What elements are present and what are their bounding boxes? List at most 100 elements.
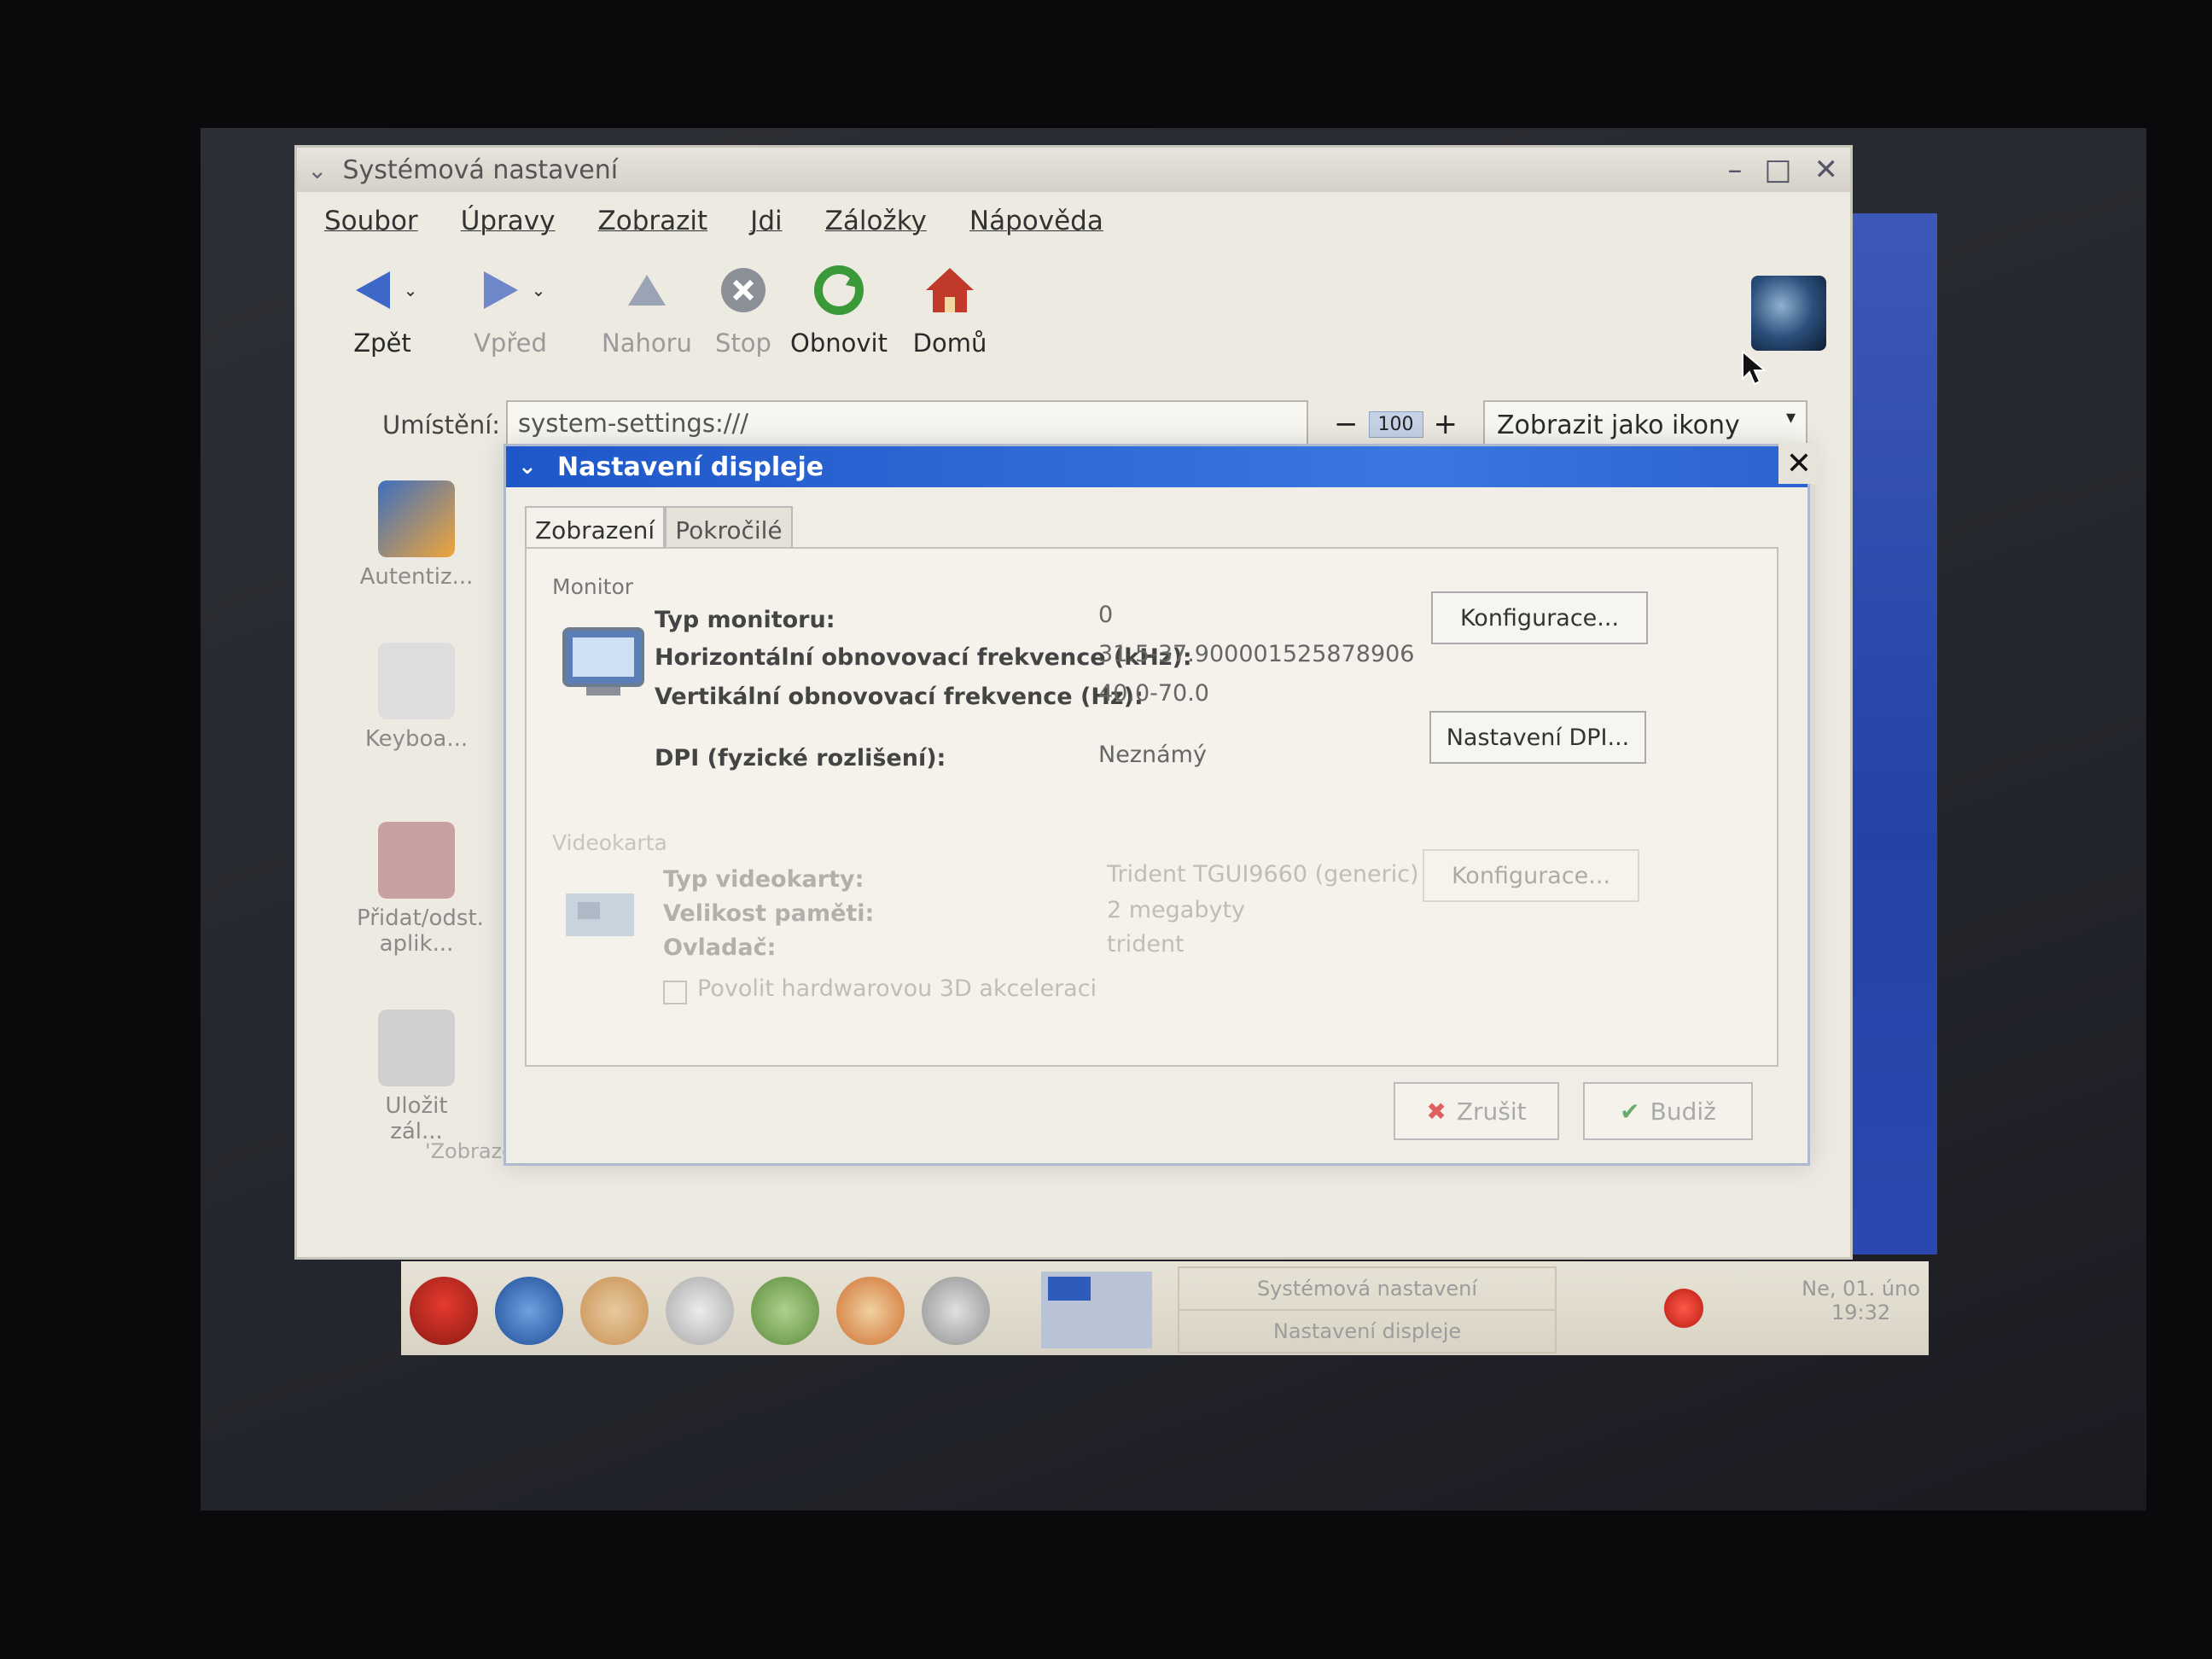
view-mode-value: Zobrazit jako ikony [1497,410,1740,440]
accel-checkbox-label: Povolit hardwarovou 3D akceleraci [697,975,1097,1002]
printer-icon[interactable] [922,1277,990,1345]
reload-label: Obnovit [790,329,888,358]
update-alert-icon[interactable] [1664,1289,1703,1328]
accel-checkbox[interactable] [663,981,687,1004]
video-group-label: Videokarta [552,830,667,855]
monitor-icon [562,627,644,696]
taskbar: Systémová nastavení Nastavení displeje N… [401,1261,1929,1355]
dpi-label: DPI (fyzické rozlišení): [655,745,946,771]
reload-icon [814,265,864,315]
dialog-titlebar[interactable]: ⌄ Nastavení displeje [506,446,1807,487]
icon-backup-label: Uložit zál... [385,1093,448,1144]
menu-bookmarks[interactable]: Záložky [825,206,927,236]
dialog-close-icon[interactable]: ✕ [1778,443,1819,484]
browser-icon[interactable] [495,1277,563,1345]
reload-button[interactable]: Obnovit [779,257,899,358]
clock-time: 19:32 [1831,1301,1891,1324]
video-card-icon [566,894,634,936]
icon-authentication[interactable]: Autentiz... [357,480,476,590]
tab-advanced[interactable]: Pokročilé [665,506,793,553]
icon-add-remove-apps-label: Přidat/odst. aplik... [357,905,484,957]
stop-icon [721,268,765,312]
vfreq-value: 40.0-70.0 [1098,680,1209,707]
toolbar: ⌄ Zpět ⌄ Vpřed Nahoru Stop Obnovit Domů [297,257,1850,385]
close-button[interactable]: ✕ [1814,153,1839,187]
window-title: Systémová nastavení [342,154,619,185]
display-settings-dialog: ⌄ Nastavení displeje ✕ Zobrazení Pokroči… [504,443,1819,1166]
monitor-type-value: 0 [1098,602,1114,628]
monitor-configure-button[interactable]: Konfigurace... [1431,591,1648,644]
backup-icon [378,1010,455,1086]
memory-value: 2 megabyty [1107,897,1246,923]
icon-keyboard[interactable]: Keyboa... [357,643,476,752]
memory-label: Velikost paměti: [663,900,875,927]
workspace-switcher[interactable] [1041,1272,1152,1348]
zoom-in-button[interactable]: + [1434,407,1458,441]
checkmark-icon: ✔ [1620,1097,1640,1126]
package-icon [378,822,455,899]
minimize-button[interactable]: – [1727,153,1742,187]
cancel-button[interactable]: ✖ Zrušit [1394,1082,1559,1140]
video-configure-button[interactable]: Konfigurace... [1423,849,1639,902]
task-display-settings[interactable]: Nastavení displeje [1178,1309,1557,1353]
home-label: Domů [912,329,987,358]
arrow-right-icon [483,271,518,309]
ok-label: Budiž [1650,1097,1716,1126]
home-icon [926,268,974,312]
icon-add-remove-apps[interactable]: Přidat/odst. aplik... [357,822,484,957]
keyboard-icon [378,643,455,719]
zoom-out-button[interactable]: − [1334,407,1359,441]
cancel-icon: ✖ [1426,1097,1447,1126]
maximize-button[interactable]: □ [1764,153,1791,187]
tab-display[interactable]: Zobrazení [525,506,666,553]
writer-icon[interactable] [666,1277,734,1345]
tab-panel: Monitor Typ monitoru: 0 Horizontální obn… [525,547,1778,1067]
video-card-value: Trident TGUI9660 (generic) [1107,861,1419,888]
driver-value: trident [1107,931,1185,958]
dialog-title: Nastavení displeje [557,451,824,482]
home-button[interactable]: Domů [890,257,1010,358]
chevron-down-icon: ▾ [1785,407,1796,428]
window-menu-icon[interactable]: ⌄ [307,156,327,184]
menubar: Soubor Úpravy Zobrazit Jdi Záložky Nápov… [297,199,1850,243]
mouse-pointer-icon [1742,350,1767,386]
back-button[interactable]: ⌄ Zpět [323,257,442,358]
users-icon [378,480,455,557]
menu-file[interactable]: Soubor [324,206,418,236]
monitor-type-label: Typ monitoru: [655,607,835,633]
icon-backup[interactable]: Uložit zál... [357,1010,476,1144]
task-system-settings[interactable]: Systémová nastavení [1178,1266,1557,1311]
throbber-icon [1751,276,1826,351]
hfreq-value: 31.5-37.900001525878906 [1098,641,1415,667]
vfreq-label: Vertikální obnovovací frekvence (Hz): [655,684,1144,710]
arrow-up-icon [628,275,666,306]
forward-button[interactable]: ⌄ Vpřed [451,257,570,358]
clock[interactable]: Ne, 01. úno 19:32 [1802,1277,1920,1324]
cancel-label: Zrušit [1456,1097,1527,1126]
view-mode-select[interactable]: Zobrazit jako ikony ▾ [1483,400,1807,448]
task-list: Systémová nastavení Nastavení displeje [1178,1261,1557,1355]
workspace-1[interactable] [1048,1277,1091,1301]
icon-authentication-label: Autentiz... [359,564,474,590]
zoom-level: 100 [1368,410,1423,438]
location-label: Umístění: [382,410,501,439]
menu-help[interactable]: Nápověda [969,206,1103,236]
spreadsheet-icon[interactable] [751,1277,819,1345]
menu-view[interactable]: Zobrazit [598,206,708,236]
back-label: Zpět [353,329,411,358]
dialog-menu-icon[interactable]: ⌄ [518,454,537,480]
redhat-menu-icon[interactable] [410,1277,478,1345]
window-titlebar[interactable]: ⌄ Systémová nastavení – □ ✕ [297,148,1850,192]
menu-go[interactable]: Jdi [750,206,782,236]
dpi-settings-button[interactable]: Nastavení DPI... [1429,711,1646,764]
video-card-label: Typ videokarty: [663,866,864,893]
forward-label: Vpřed [474,329,547,358]
location-input[interactable]: system-settings:/// [506,400,1308,446]
menu-edit[interactable]: Úpravy [461,206,556,236]
dpi-value: Neznámý [1098,742,1207,768]
ok-button[interactable]: ✔ Budiž [1583,1082,1753,1140]
icon-keyboard-label: Keyboa... [364,726,469,752]
mail-icon[interactable] [580,1277,649,1345]
driver-label: Ovladač: [663,934,777,961]
presentation-icon[interactable] [836,1277,905,1345]
